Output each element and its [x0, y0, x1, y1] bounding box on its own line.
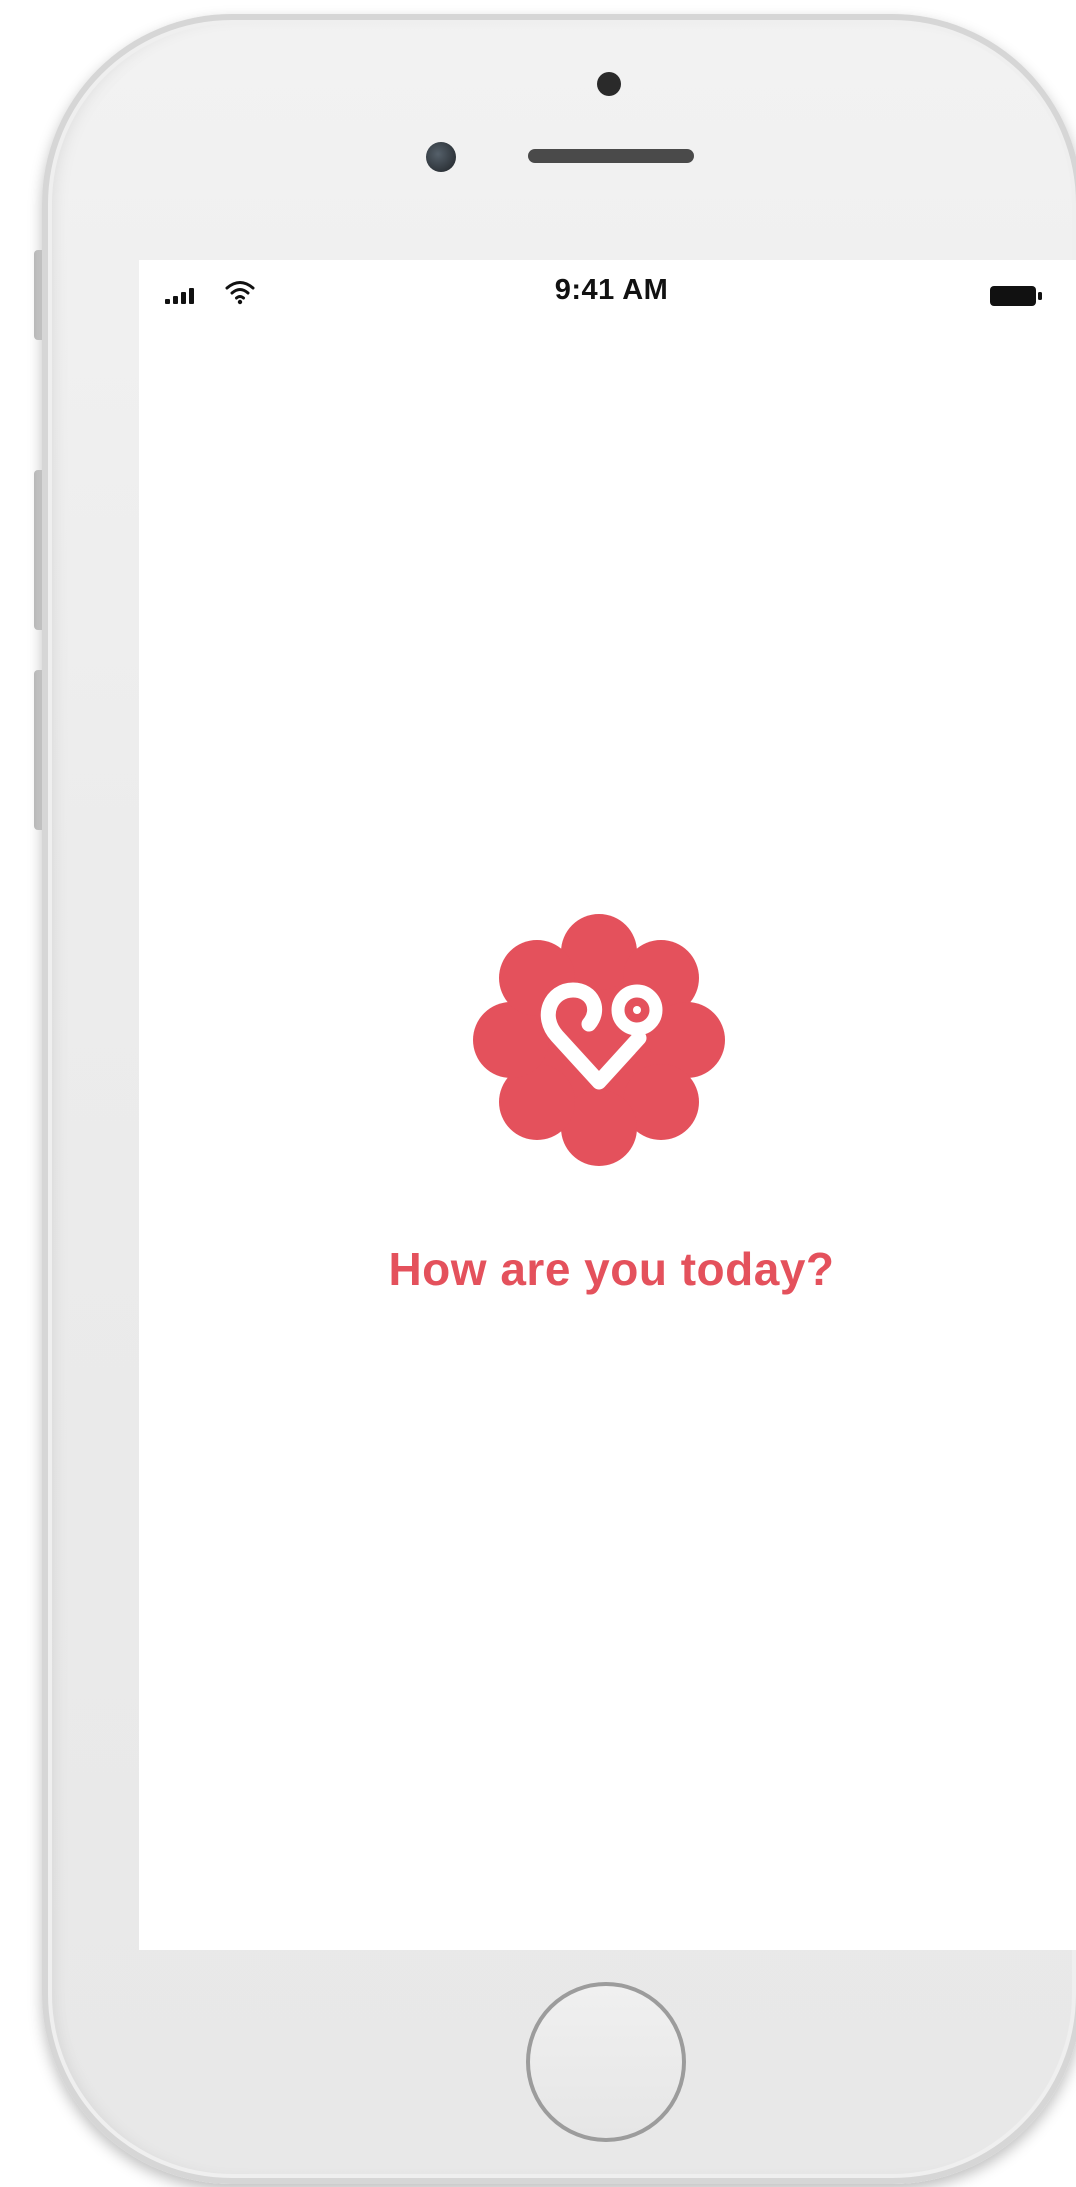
earpiece-speaker	[528, 149, 694, 163]
phone-screen: 9:41 AM How are you today?	[139, 260, 1076, 1950]
proximity-sensor	[426, 142, 456, 172]
mockup-stage: 9:41 AM How are you today?	[0, 0, 1076, 2187]
front-camera	[597, 72, 621, 96]
status-bar: 9:41 AM	[139, 260, 1076, 320]
heart-flower-logo-icon	[473, 914, 725, 1166]
battery-icon	[990, 286, 1042, 306]
phone-frame: 9:41 AM How are you today?	[42, 14, 1076, 2184]
greeting-prompt: How are you today?	[388, 1243, 835, 1295]
home-button[interactable]	[526, 1982, 686, 2142]
status-time: 9:41 AM	[554, 274, 669, 306]
